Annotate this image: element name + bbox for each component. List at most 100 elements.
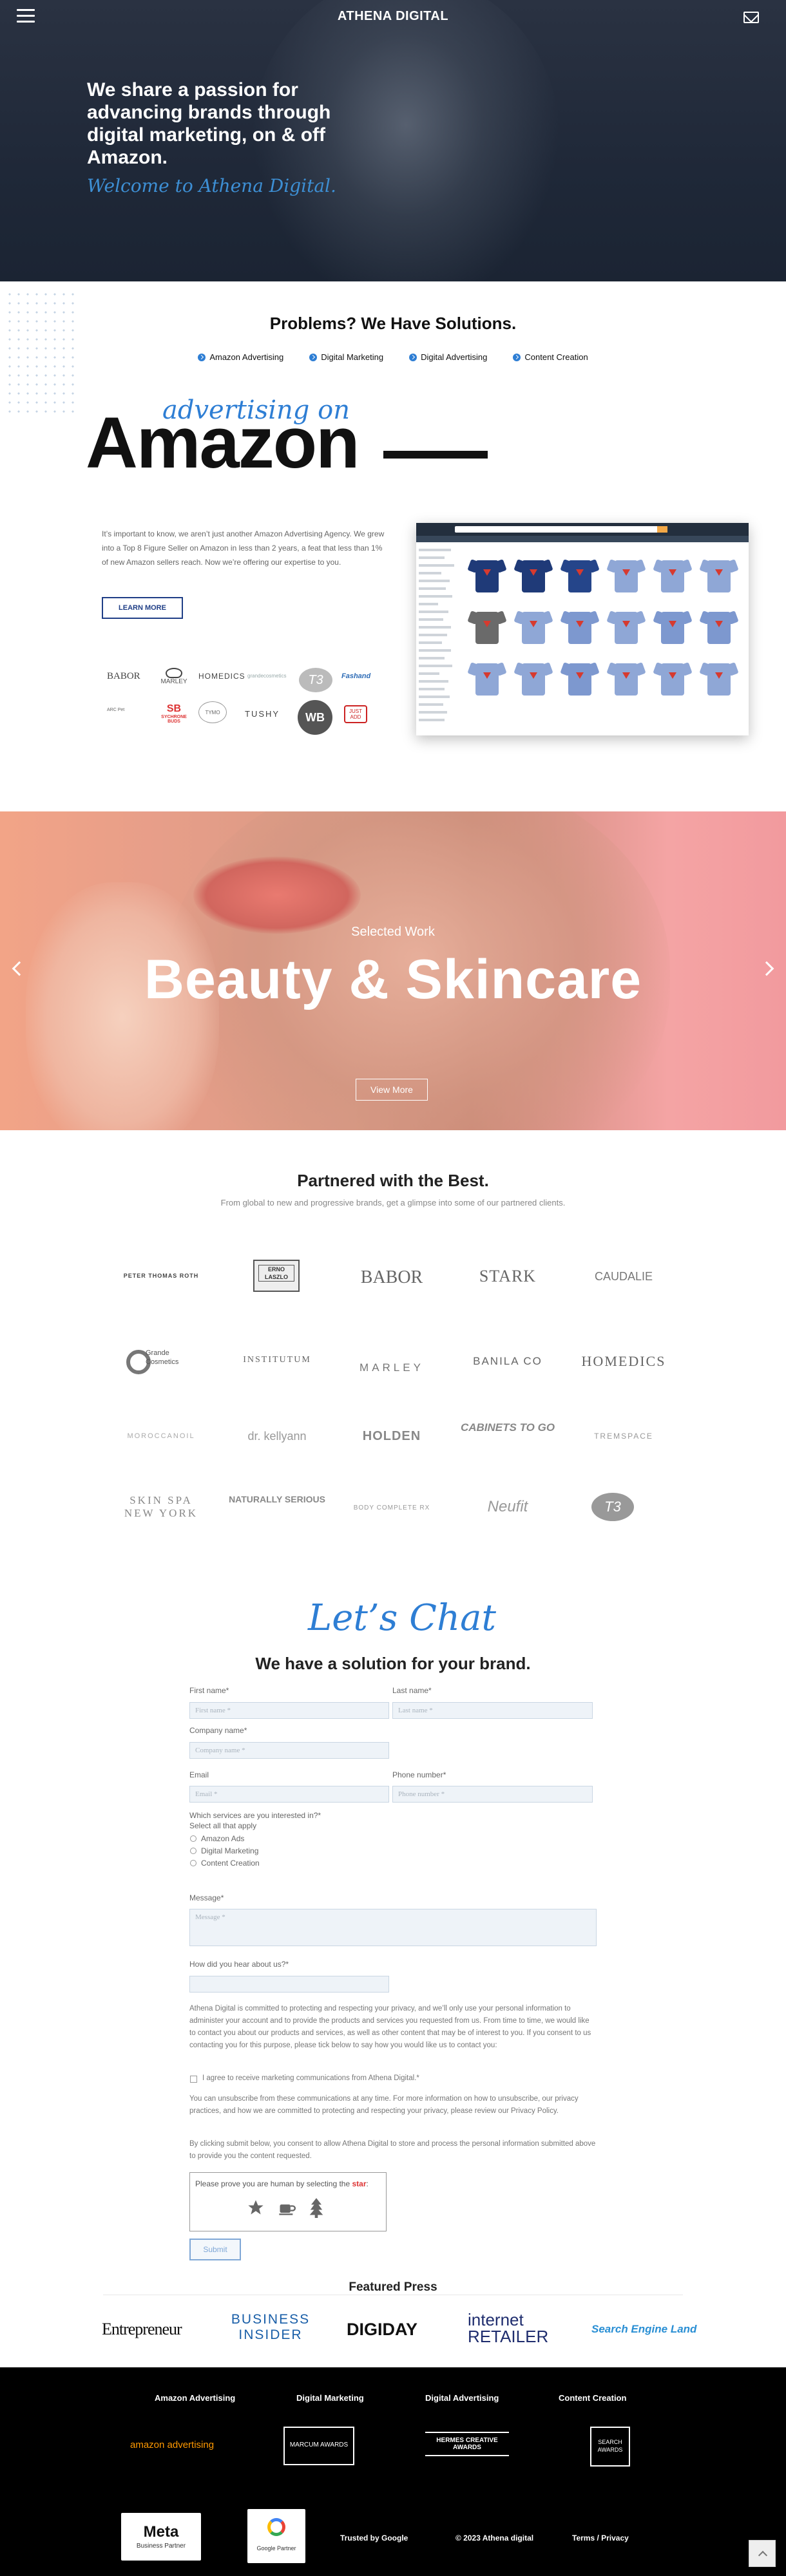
hear-about-field[interactable] bbox=[189, 1976, 389, 1993]
client-logo: BABOR bbox=[107, 671, 140, 681]
advertising-on-script: advertising on bbox=[162, 395, 350, 425]
brand-title[interactable]: ATHENA DIGITAL bbox=[0, 9, 786, 24]
client-logo: JUST ADD bbox=[344, 705, 367, 723]
partners-title: Partnered with the Best. bbox=[297, 1171, 489, 1190]
tree-icon[interactable] bbox=[309, 2197, 324, 2218]
product-thumbnail bbox=[560, 658, 600, 698]
heading-dash bbox=[383, 451, 488, 459]
footer-link-digital-advertising[interactable]: Digital Advertising bbox=[425, 2393, 499, 2403]
partner-logo: PETER THOMAS ROTH bbox=[123, 1273, 199, 1279]
captcha-prompt: Please prove you are human by selecting … bbox=[195, 2179, 350, 2188]
product-thumbnail bbox=[653, 658, 693, 698]
coffee-cup-icon[interactable] bbox=[278, 2200, 296, 2217]
product-thumbnail bbox=[653, 607, 693, 647]
option-label: Content Creation bbox=[201, 1859, 260, 1868]
learn-more-button[interactable]: LEARN MORE bbox=[102, 597, 183, 619]
partner-logo: BABOR bbox=[360, 1267, 423, 1287]
form-title: We have a solution for your brand. bbox=[255, 1654, 531, 1673]
google-partner-badge: Google Partner bbox=[247, 2509, 305, 2563]
partner-logo: T3 bbox=[591, 1493, 634, 1521]
services-hint: Select all that apply bbox=[189, 1821, 257, 1830]
client-logo: HOMEDICS bbox=[198, 672, 245, 681]
product-thumbnail bbox=[513, 607, 553, 647]
hermes-awards-badge: HERMES CREATIVE AWARDS bbox=[425, 2432, 509, 2456]
partner-logo: STARK bbox=[479, 1267, 537, 1285]
meta-sub: Business Partner bbox=[136, 2543, 186, 2550]
trusted-by-google: Trusted by Google bbox=[340, 2533, 408, 2543]
partner-logo: CAUDALIE bbox=[594, 1270, 653, 1283]
chevron-right-icon bbox=[198, 353, 206, 361]
terms-privacy-link[interactable]: Terms / Privacy bbox=[572, 2533, 629, 2543]
selected-work-carousel: Selected Work Beauty & Skincare View Mor… bbox=[0, 811, 786, 1130]
copyright: © 2023 Athena digital bbox=[455, 2533, 534, 2543]
client-logo: ARC Pet bbox=[107, 708, 125, 712]
meta-logo: Meta bbox=[143, 2523, 179, 2541]
client-logo: SB SYCHRONE BUDS bbox=[161, 703, 187, 724]
submit-button[interactable]: Submit bbox=[189, 2239, 241, 2260]
hero-title: We share a passion for advancing brands … bbox=[87, 79, 331, 168]
client-logo: T3 bbox=[299, 668, 332, 692]
view-more-button[interactable]: View More bbox=[356, 1079, 428, 1101]
mail-icon[interactable] bbox=[743, 12, 759, 23]
client-logo: grandecosmetics bbox=[247, 673, 287, 679]
service-content-creation[interactable]: Content Creation bbox=[513, 352, 588, 362]
consent-checkbox[interactable] bbox=[190, 2076, 197, 2083]
message-label: Message* bbox=[189, 1893, 224, 1902]
service-digital-advertising[interactable]: Digital Advertising bbox=[409, 352, 487, 362]
message-field[interactable]: Message * bbox=[189, 1909, 597, 1946]
lets-chat-script: Let’s Chat bbox=[308, 1597, 496, 1639]
company-field[interactable]: Company name * bbox=[189, 1742, 389, 1759]
chevron-right-icon bbox=[409, 353, 417, 361]
partner-logo: ERNO LASZLO bbox=[253, 1260, 300, 1292]
hero-section: ATHENA DIGITAL We share a passion for ad… bbox=[0, 0, 786, 281]
partners-subtitle: From global to new and progressive brand… bbox=[220, 1198, 566, 1208]
featured-press-title: Featured Press bbox=[349, 2280, 437, 2294]
partner-logo: TREMSPACE bbox=[594, 1432, 653, 1441]
chevron-right-icon bbox=[513, 353, 521, 361]
email-label: Email bbox=[189, 1770, 209, 1779]
footer-link-amazon-advertising[interactable]: Amazon Advertising bbox=[155, 2393, 235, 2403]
first-name-label: First name* bbox=[189, 1686, 229, 1695]
services-list: Amazon Advertising Digital Marketing Dig… bbox=[0, 352, 786, 362]
problems-title: Problems? We Have Solutions. bbox=[269, 314, 517, 333]
email-field[interactable]: Email * bbox=[189, 1786, 389, 1803]
company-label: Company name* bbox=[189, 1726, 247, 1735]
privacy-text: Athena Digital is committed to protectin… bbox=[189, 2005, 591, 2049]
partner-logo: SKIN SPA NEW YORK bbox=[124, 1494, 198, 1519]
last-name-field[interactable]: Last name * bbox=[392, 1702, 593, 1719]
option-content-creation-checkbox[interactable] bbox=[190, 1860, 196, 1866]
amazon-search-screenshot bbox=[416, 523, 749, 735]
product-thumbnail bbox=[606, 607, 646, 647]
footer-link-content-creation[interactable]: Content Creation bbox=[559, 2393, 626, 2403]
amazon-advertising-badge: amazon advertising bbox=[130, 2439, 215, 2450]
client-logo: Fashand bbox=[341, 672, 371, 680]
option-digital-marketing-checkbox[interactable] bbox=[190, 1848, 196, 1854]
phone-field[interactable]: Phone number * bbox=[392, 1786, 593, 1803]
partner-logo: CABINETS TO GO bbox=[460, 1421, 555, 1434]
consent-label: I agree to receive marketing communicati… bbox=[202, 2074, 419, 2082]
meta-partner-badge: Meta Business Partner bbox=[121, 2513, 201, 2561]
footer-link-digital-marketing[interactable]: Digital Marketing bbox=[296, 2393, 364, 2403]
service-amazon-advertising[interactable]: Amazon Advertising bbox=[198, 352, 283, 362]
scroll-to-top-button[interactable] bbox=[749, 2540, 776, 2567]
option-label: Amazon Ads bbox=[201, 1834, 245, 1843]
service-digital-marketing[interactable]: Digital Marketing bbox=[309, 352, 383, 362]
captcha-widget: Please prove you are human by selecting … bbox=[189, 2172, 387, 2231]
product-thumbnail bbox=[467, 607, 507, 647]
hero-script: Welcome to Athena Digital. bbox=[87, 175, 336, 196]
product-thumbnail bbox=[606, 555, 646, 595]
product-thumbnail bbox=[467, 555, 507, 595]
marcom-awards-badge: MARCUM AWARDS bbox=[283, 2427, 354, 2465]
first-name-field[interactable]: First name * bbox=[189, 1702, 389, 1719]
option-amazon-ads-checkbox[interactable] bbox=[190, 1835, 196, 1842]
last-name-label: Last name* bbox=[392, 1686, 432, 1695]
client-logo: TUSHY bbox=[245, 709, 280, 719]
product-thumbnail bbox=[513, 555, 553, 595]
partner-logo: BANILA CO bbox=[473, 1355, 542, 1367]
product-thumbnail bbox=[560, 607, 600, 647]
partner-logo: INSTITUTUM bbox=[243, 1355, 311, 1365]
star-icon[interactable] bbox=[247, 2199, 265, 2217]
partner-logo: dr. kellyann bbox=[247, 1430, 307, 1443]
footer: Amazon Advertising Digital Marketing Dig… bbox=[0, 2367, 786, 2576]
press-logo: Search Engine Land bbox=[591, 2323, 697, 2335]
